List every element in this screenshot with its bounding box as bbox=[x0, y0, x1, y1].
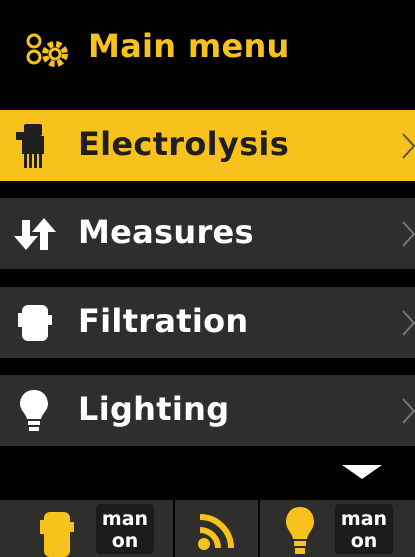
chevron-right-icon bbox=[402, 398, 415, 424]
page-title: Main menu bbox=[88, 27, 290, 65]
scroll-down-arrow-icon[interactable] bbox=[342, 465, 382, 479]
menu-item-filtration[interactable]: Filtration bbox=[0, 287, 415, 358]
divider bbox=[258, 500, 260, 557]
header: Main menu bbox=[0, 0, 415, 104]
light-state-text: on bbox=[350, 530, 378, 552]
menu-item-electrolysis[interactable]: Electrolysis bbox=[0, 110, 415, 181]
up-down-arrows-icon bbox=[14, 218, 56, 250]
pump-mode-text: man bbox=[101, 508, 149, 530]
menu-item-measures[interactable]: Measures bbox=[0, 198, 415, 269]
divider bbox=[173, 500, 175, 557]
menu-item-label: Measures bbox=[78, 213, 254, 251]
menu-item-label: Lighting bbox=[78, 390, 230, 428]
menu-item-lighting[interactable]: Lighting bbox=[0, 375, 415, 446]
pump-status-icon bbox=[40, 512, 74, 557]
menu-item-label: Filtration bbox=[78, 302, 249, 340]
settings-gears-icon bbox=[26, 33, 68, 67]
wifi-signal-icon[interactable] bbox=[196, 512, 236, 552]
status-bar: man on man on bbox=[0, 500, 415, 557]
light-bulb-status-icon bbox=[286, 507, 314, 554]
chevron-right-icon bbox=[402, 133, 415, 159]
menu-item-label: Electrolysis bbox=[78, 125, 290, 163]
chevron-right-icon bbox=[402, 310, 415, 336]
pump-mode-badge[interactable]: man on bbox=[96, 504, 154, 554]
light-mode-badge[interactable]: man on bbox=[335, 504, 393, 554]
light-mode-text: man bbox=[340, 508, 388, 530]
electrolysis-cell-icon bbox=[16, 124, 44, 168]
pump-icon bbox=[18, 305, 52, 341]
chevron-right-icon bbox=[402, 221, 415, 247]
pump-state-text: on bbox=[111, 530, 139, 552]
light-bulb-icon bbox=[20, 390, 48, 431]
